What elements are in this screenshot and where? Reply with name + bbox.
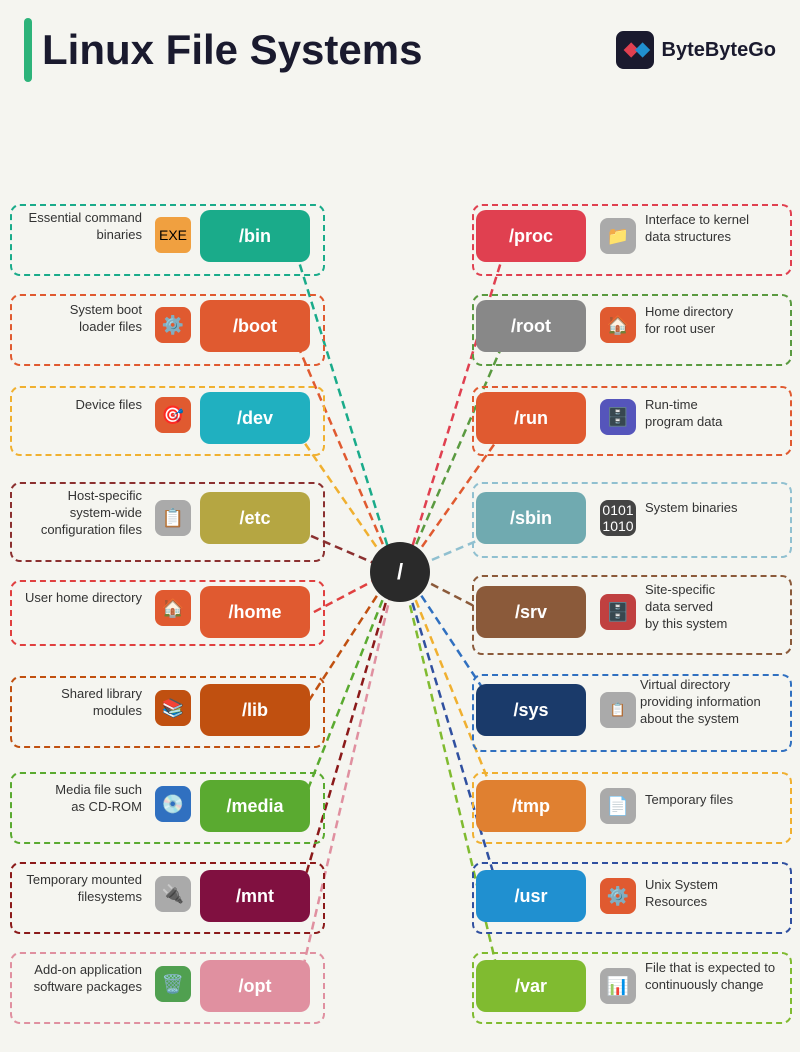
header-left: Linux File Systems bbox=[24, 18, 422, 82]
brand-logo: ByteByteGo bbox=[616, 31, 776, 69]
label-usr: Unix SystemResources bbox=[645, 877, 785, 911]
label-run: Run-timeprogram data bbox=[645, 397, 785, 431]
dir-opt: /opt bbox=[200, 960, 310, 1012]
icon-etc: 📋 bbox=[155, 500, 191, 536]
dir-sbin: /sbin bbox=[476, 492, 586, 544]
dir-media: /media bbox=[200, 780, 310, 832]
label-opt: Add-on applicationsoftware packages bbox=[12, 962, 142, 996]
brand-name: ByteByteGo bbox=[662, 39, 776, 62]
icon-dev: 🎯 bbox=[155, 397, 191, 433]
icon-var: 📊 bbox=[600, 968, 636, 1004]
green-bar bbox=[24, 18, 32, 82]
icon-boot: ⚙️ bbox=[155, 307, 191, 343]
label-dev: Device files bbox=[12, 397, 142, 414]
label-sys: Virtual directoryproviding informationab… bbox=[640, 677, 788, 728]
label-media: Media file suchas CD-ROM bbox=[12, 782, 142, 816]
dir-var: /var bbox=[476, 960, 586, 1012]
dir-lib: /lib bbox=[200, 684, 310, 736]
dir-srv: /srv bbox=[476, 586, 586, 638]
icon-run: 🗄️ bbox=[600, 399, 636, 435]
dir-proc: /proc bbox=[476, 210, 586, 262]
header: Linux File Systems ByteByteGo bbox=[0, 0, 800, 92]
dir-usr: /usr bbox=[476, 870, 586, 922]
diagram: / Essential commandbinaries EXE /bin Sys… bbox=[0, 92, 800, 1052]
dir-bin: /bin bbox=[200, 210, 310, 262]
label-boot: System bootloader files bbox=[12, 302, 142, 336]
label-etc: Host-specificsystem-wideconfiguration fi… bbox=[12, 488, 142, 539]
dir-boot: /boot bbox=[200, 300, 310, 352]
dir-tmp: /tmp bbox=[476, 780, 586, 832]
icon-tmp: 📄 bbox=[600, 788, 636, 824]
icon-srv: 🗄️ bbox=[600, 594, 636, 630]
icon-bin: EXE bbox=[155, 217, 191, 253]
dir-sys: /sys bbox=[476, 684, 586, 736]
label-sbin: System binaries bbox=[645, 500, 785, 517]
dir-etc: /etc bbox=[200, 492, 310, 544]
brand-icon bbox=[616, 31, 654, 69]
icon-usr: ⚙️ bbox=[600, 878, 636, 914]
icon-sbin: 01011010 bbox=[600, 500, 636, 536]
page-title: Linux File Systems bbox=[42, 27, 422, 73]
label-proc: Interface to kerneldata structures bbox=[645, 212, 785, 246]
icon-lib: 📚 bbox=[155, 690, 191, 726]
icon-proc: 📁 bbox=[600, 218, 636, 254]
icon-mnt: 🔌 bbox=[155, 876, 191, 912]
dir-dev: /dev bbox=[200, 392, 310, 444]
dir-mnt: /mnt bbox=[200, 870, 310, 922]
dir-run: /run bbox=[476, 392, 586, 444]
label-root: Home directoryfor root user bbox=[645, 304, 785, 338]
icon-sys: 📋 bbox=[600, 692, 636, 728]
dir-root: /root bbox=[476, 300, 586, 352]
label-bin: Essential commandbinaries bbox=[12, 210, 142, 244]
dir-home: /home bbox=[200, 586, 310, 638]
label-srv: Site-specificdata servedby this system bbox=[645, 582, 785, 633]
icon-home: 🏠 bbox=[155, 590, 191, 626]
label-var: File that is expected tocontinuously cha… bbox=[645, 960, 793, 994]
label-mnt: Temporary mountedfilesystems bbox=[12, 872, 142, 906]
label-lib: Shared librarymodules bbox=[12, 686, 142, 720]
icon-media: 💿 bbox=[155, 786, 191, 822]
icon-opt: 🗑️ bbox=[155, 966, 191, 1002]
label-tmp: Temporary files bbox=[645, 792, 785, 809]
label-home: User home directory bbox=[12, 590, 142, 607]
icon-root: 🏠 bbox=[600, 307, 636, 343]
center-node: / bbox=[370, 542, 430, 602]
